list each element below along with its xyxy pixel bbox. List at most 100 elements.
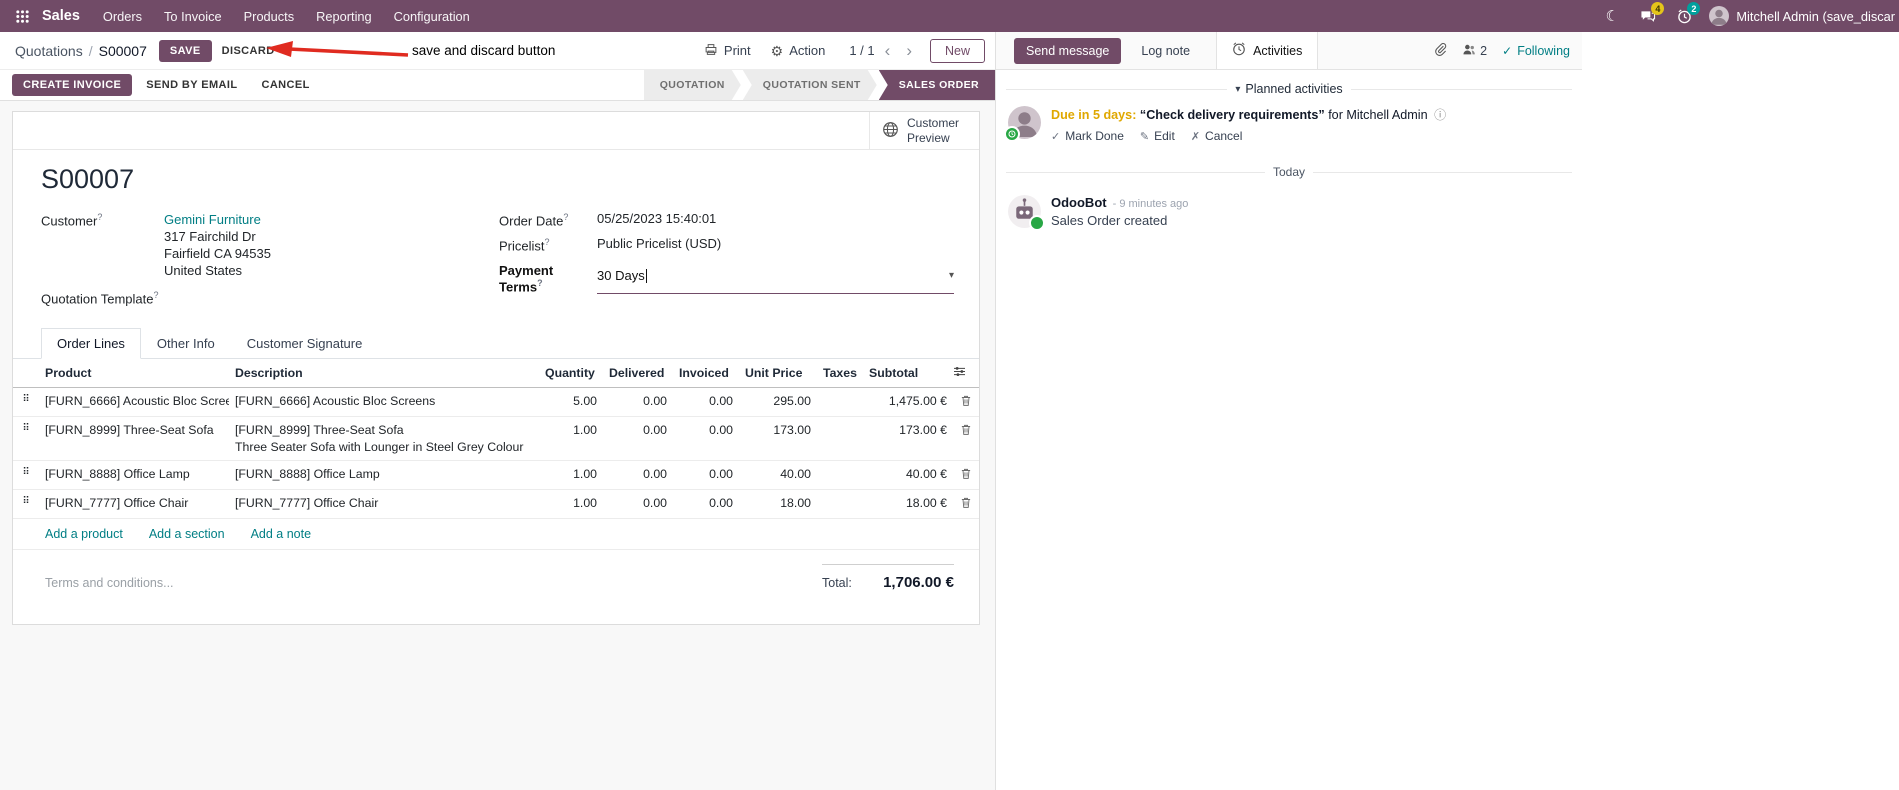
cell-delivered[interactable]: 0.00 xyxy=(603,489,673,520)
dropdown-caret-icon[interactable]: ▾ xyxy=(949,270,954,281)
drag-handle-icon[interactable]: ⠿ xyxy=(13,387,39,418)
pager-previous-icon[interactable]: ‹ xyxy=(879,42,897,59)
customer-link[interactable]: Gemini Furniture xyxy=(164,212,261,227)
cell-product[interactable]: [FURN_8888] Office Lamp xyxy=(39,460,229,491)
cell-unit-price[interactable]: 18.00 xyxy=(739,489,817,520)
activities-clock-icon[interactable]: 2 xyxy=(1669,0,1701,32)
info-icon[interactable]: ⓘ xyxy=(1434,108,1446,122)
cell-taxes[interactable] xyxy=(817,387,863,418)
cell-quantity[interactable]: 5.00 xyxy=(539,387,603,418)
terms-and-conditions-field[interactable]: Terms and conditions... xyxy=(45,564,822,591)
tab-customer-signature[interactable]: Customer Signature xyxy=(231,328,379,359)
col-header-delivered[interactable]: Delivered xyxy=(603,359,673,389)
save-button[interactable]: SAVE xyxy=(158,39,212,62)
cancel-button[interactable]: CANCEL xyxy=(251,74,319,96)
add-a-section-link[interactable]: Add a section xyxy=(149,527,225,541)
app-name[interactable]: Sales xyxy=(36,8,92,24)
cell-taxes[interactable] xyxy=(817,489,863,520)
mark-done-button[interactable]: ✓ Mark Done xyxy=(1051,129,1124,143)
cell-description[interactable]: [FURN_6666] Acoustic Bloc Screens xyxy=(229,387,539,418)
edit-activity-button[interactable]: ✎ Edit xyxy=(1140,129,1175,143)
action-button[interactable]: ⚙ Action xyxy=(763,38,834,63)
following-button[interactable]: ✓ Following xyxy=(1502,44,1570,58)
add-a-product-link[interactable]: Add a product xyxy=(45,527,123,541)
delete-row-icon[interactable] xyxy=(953,387,979,418)
send-message-button[interactable]: Send message xyxy=(1014,37,1122,64)
status-step-quotation[interactable]: QUOTATION xyxy=(644,70,741,100)
cell-description[interactable]: [FURN_8999] Three-Seat Sofa Three Seater … xyxy=(229,416,539,462)
col-header-quantity[interactable]: Quantity xyxy=(539,359,603,389)
cell-invoiced[interactable]: 0.00 xyxy=(673,460,739,491)
menu-reporting[interactable]: Reporting xyxy=(305,0,383,32)
col-header-description[interactable]: Description xyxy=(229,359,539,389)
cell-invoiced[interactable]: 0.00 xyxy=(673,489,739,520)
planned-activities-toggle[interactable]: ▾ Planned activities xyxy=(1235,82,1342,96)
send-by-email-button[interactable]: SEND BY EMAIL xyxy=(136,74,247,96)
table-row[interactable]: ⠿ [FURN_8888] Office Lamp [FURN_8888] Of… xyxy=(13,460,979,491)
tab-order-lines[interactable]: Order Lines xyxy=(41,328,141,360)
cell-product[interactable]: [FURN_6666] Acoustic Bloc Screens xyxy=(39,387,229,418)
print-button[interactable]: Print xyxy=(696,38,759,64)
menu-products[interactable]: Products xyxy=(233,0,306,32)
log-note-button[interactable]: Log note xyxy=(1129,38,1202,64)
cell-quantity[interactable]: 1.00 xyxy=(539,460,603,491)
menu-to-invoice[interactable]: To Invoice xyxy=(153,0,233,32)
breadcrumb-quotations[interactable]: Quotations xyxy=(15,43,83,59)
drag-handle-icon[interactable]: ⠿ xyxy=(13,416,39,462)
discard-button[interactable]: DISCARD xyxy=(212,40,285,62)
status-step-sales-order[interactable]: SALES ORDER xyxy=(878,70,995,100)
delete-row-icon[interactable] xyxy=(953,489,979,520)
cell-unit-price[interactable]: 173.00 xyxy=(739,416,817,462)
table-row[interactable]: ⠿ [FURN_7777] Office Chair [FURN_7777] O… xyxy=(13,489,979,520)
tab-other-info[interactable]: Other Info xyxy=(141,328,231,359)
cell-description[interactable]: [FURN_7777] Office Chair xyxy=(229,489,539,520)
attachments-button[interactable] xyxy=(1434,42,1447,59)
payment-terms-input[interactable]: 30 Days ▾ xyxy=(597,262,954,294)
apps-grid-icon[interactable] xyxy=(8,0,36,32)
followers-button[interactable]: 2 xyxy=(1462,43,1487,59)
activities-tab[interactable]: Activities xyxy=(1216,32,1319,69)
customer-preview-button[interactable]: Customer Preview xyxy=(869,112,979,149)
cancel-activity-button[interactable]: ✗ Cancel xyxy=(1191,129,1243,143)
order-date-field[interactable]: 05/25/2023 15:40:01 xyxy=(597,211,716,228)
drag-handle-icon[interactable]: ⠿ xyxy=(13,489,39,520)
cell-unit-price[interactable]: 295.00 xyxy=(739,387,817,418)
cell-delivered[interactable]: 0.00 xyxy=(603,460,673,491)
col-header-invoiced[interactable]: Invoiced xyxy=(673,359,739,389)
chatter-panel: Send message Log note Activities 2 ✓ Fol… xyxy=(995,32,1899,790)
cell-quantity[interactable]: 1.00 xyxy=(539,416,603,462)
add-a-note-link[interactable]: Add a note xyxy=(251,527,311,541)
cell-invoiced[interactable]: 0.00 xyxy=(673,416,739,462)
pricelist-field[interactable]: Public Pricelist (USD) xyxy=(597,236,721,253)
create-invoice-button[interactable]: CREATE INVOICE xyxy=(12,74,133,96)
cell-taxes[interactable] xyxy=(817,416,863,462)
delete-row-icon[interactable] xyxy=(953,416,979,462)
cell-product[interactable]: [FURN_8999] Three-Seat Sofa xyxy=(39,416,229,462)
col-header-subtotal[interactable]: Subtotal xyxy=(863,359,953,389)
cell-product[interactable]: [FURN_7777] Office Chair xyxy=(39,489,229,520)
table-row[interactable]: ⠿ [FURN_6666] Acoustic Bloc Screens [FUR… xyxy=(13,387,979,418)
cell-unit-price[interactable]: 40.00 xyxy=(739,460,817,491)
optional-columns-icon[interactable] xyxy=(953,359,979,389)
message-author[interactable]: OdooBot xyxy=(1051,195,1107,210)
new-button[interactable]: New xyxy=(929,38,985,63)
col-header-taxes[interactable]: Taxes xyxy=(817,359,863,389)
cell-taxes[interactable] xyxy=(817,460,863,491)
menu-configuration[interactable]: Configuration xyxy=(383,0,481,32)
table-row[interactable]: ⠿ [FURN_8999] Three-Seat Sofa [FURN_8999… xyxy=(13,416,979,462)
menu-orders[interactable]: Orders xyxy=(92,0,153,32)
drag-handle-icon[interactable]: ⠿ xyxy=(13,460,39,491)
cell-quantity[interactable]: 1.00 xyxy=(539,489,603,520)
col-header-product[interactable]: Product xyxy=(39,359,229,389)
messages-icon[interactable]: 4 xyxy=(1633,0,1665,32)
dark-mode-moon-icon[interactable]: ☾ xyxy=(1597,0,1627,32)
pager-next-icon[interactable]: › xyxy=(900,42,918,59)
cell-invoiced[interactable]: 0.00 xyxy=(673,387,739,418)
status-step-quotation-sent[interactable]: QUOTATION SENT xyxy=(743,70,877,100)
cell-delivered[interactable]: 0.00 xyxy=(603,416,673,462)
delete-row-icon[interactable] xyxy=(953,460,979,491)
cell-delivered[interactable]: 0.00 xyxy=(603,387,673,418)
cell-description[interactable]: [FURN_8888] Office Lamp xyxy=(229,460,539,491)
col-header-unit-price[interactable]: Unit Price xyxy=(739,359,817,389)
user-menu[interactable]: Mitchell Admin (save_discar xyxy=(1705,0,1899,32)
